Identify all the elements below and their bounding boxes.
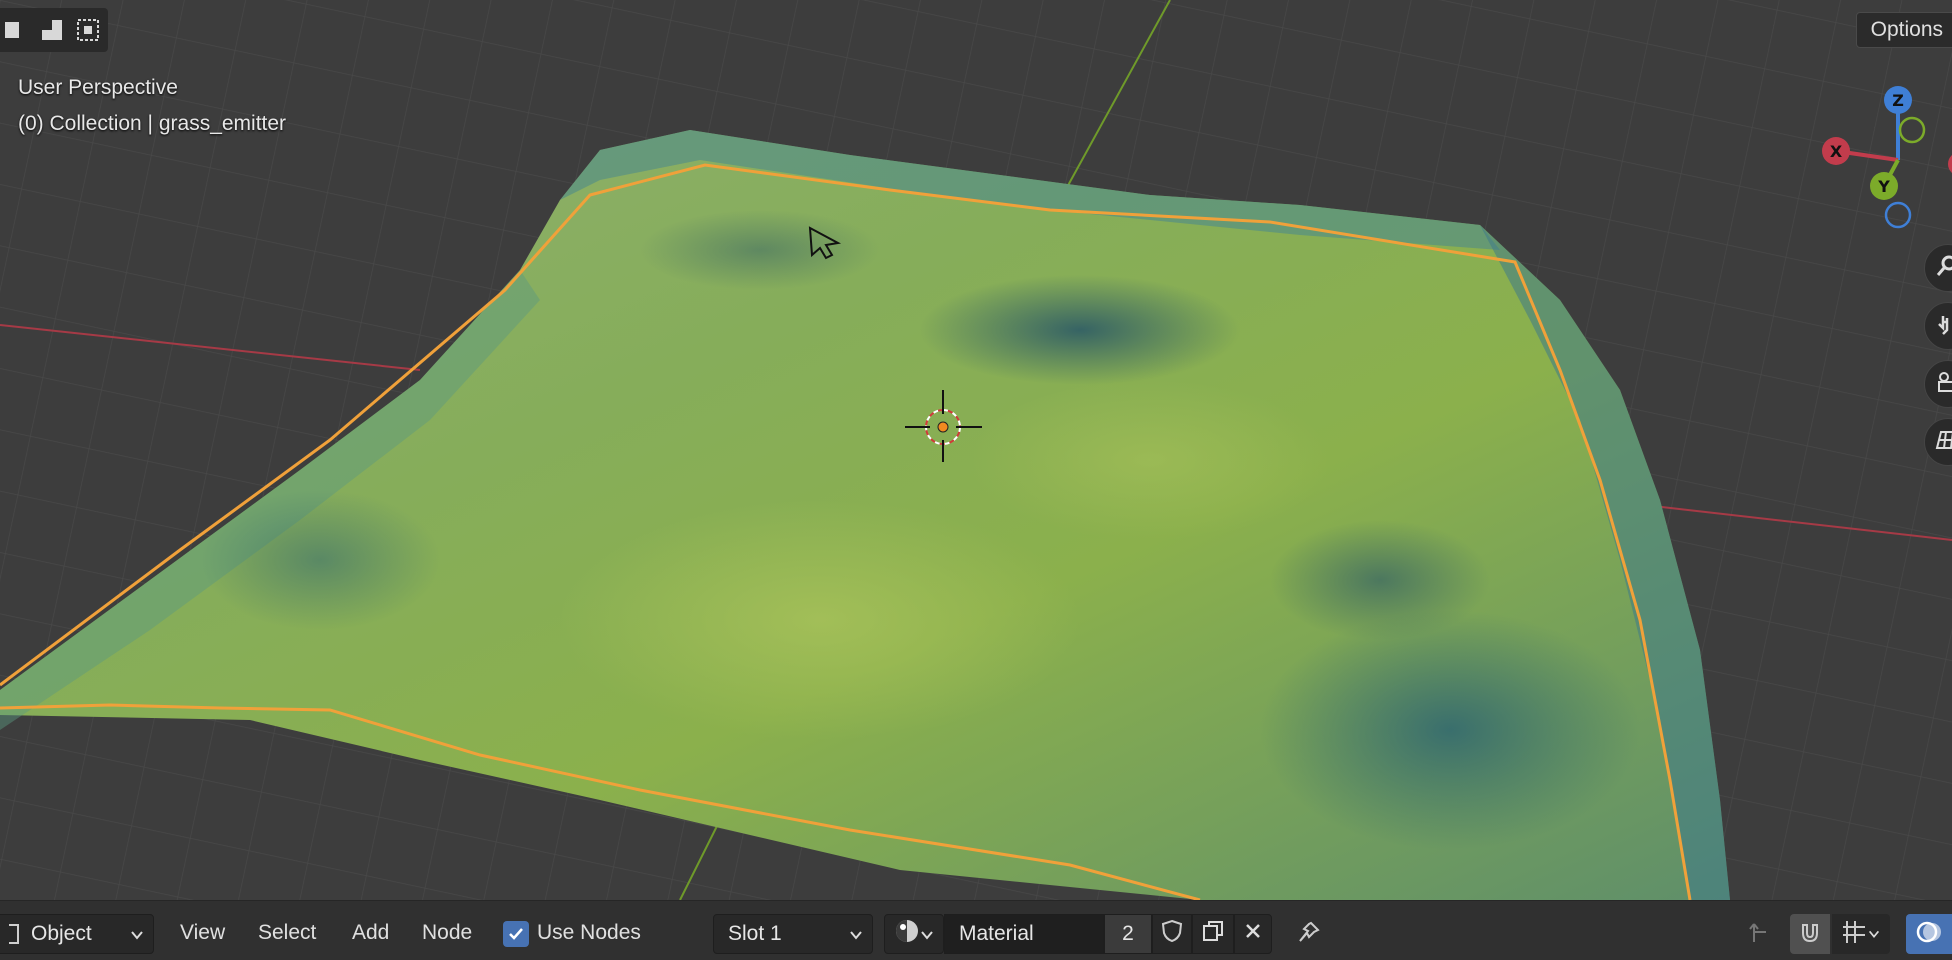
overlay-icon [1915,918,1943,950]
material-browse-dropdown[interactable] [884,914,944,954]
viewport-scene [0,0,1952,900]
view-name-label: User Perspective [18,76,178,99]
material-name-field[interactable]: Material [944,914,1104,954]
fake-user-button[interactable] [1152,914,1192,954]
snap-magnet-icon [1797,919,1823,949]
menu-add[interactable]: Add [352,921,389,945]
chevron-down-icon [131,931,143,940]
unlink-material-button[interactable] [1234,914,1272,954]
selection-mode-group [0,8,108,52]
user-count-button[interactable]: 2 [1104,914,1152,954]
object-mode-icon [9,924,19,944]
gizmo-z-axis[interactable]: Z [1884,86,1912,114]
pin-button[interactable] [1290,914,1328,954]
use-nodes-checkbox[interactable] [503,921,529,947]
fake-user-shield-icon [1161,919,1183,949]
gizmo-x-axis[interactable]: X [1822,137,1850,165]
slot-label: Slot 1 [728,922,782,945]
select-extend-icon[interactable] [36,14,68,46]
active-object-label: (0) Collection | grass_emitter [18,112,287,135]
parent-node-tree-button[interactable] [1742,914,1778,954]
svg-text:Y: Y [1877,177,1890,196]
mode-dropdown[interactable]: Object [0,914,154,954]
camera-icon [1935,370,1952,398]
new-material-button[interactable] [1192,914,1234,954]
grid-snap-icon [1841,919,1867,949]
menu-node[interactable]: Node [422,921,472,945]
duplicate-icon [1201,919,1225,949]
menu-view[interactable]: View [180,921,225,945]
zoom-icon [1935,254,1952,282]
transform-pivot-icon [1748,920,1772,948]
checkmark-icon [509,928,523,940]
3d-viewport[interactable]: Options User Perspective (0) Collection … [0,0,1952,900]
gizmo-y-axis[interactable]: Y [1870,172,1898,200]
svg-text:X: X [1830,142,1843,161]
material-name: Material [959,922,1034,945]
chevron-down-icon [1868,930,1880,938]
hand-pan-icon [1935,312,1952,340]
navigation-gizmo[interactable]: Z X Y [1808,80,1952,230]
perspective-toggle-icon [1935,428,1952,456]
overlays-toggle-button[interactable] [1906,914,1952,954]
select-subtract-icon[interactable] [72,14,104,46]
options-button[interactable]: Options [1855,12,1952,48]
menu-select[interactable]: Select [258,921,316,945]
chevron-down-icon [850,931,862,940]
use-nodes-label[interactable]: Use Nodes [537,921,641,945]
snap-target-dropdown[interactable] [1832,914,1890,954]
mode-label: Object [31,922,92,945]
pin-icon [1297,920,1321,948]
shading-sphere-icon [893,917,921,951]
select-box-icon[interactable] [0,14,32,46]
snap-toggle-button[interactable] [1790,914,1830,954]
user-count: 2 [1122,922,1134,945]
close-icon [1244,922,1262,946]
chevron-down-icon [921,931,933,940]
svg-text:Z: Z [1892,91,1904,110]
slot-dropdown[interactable]: Slot 1 [713,914,873,954]
